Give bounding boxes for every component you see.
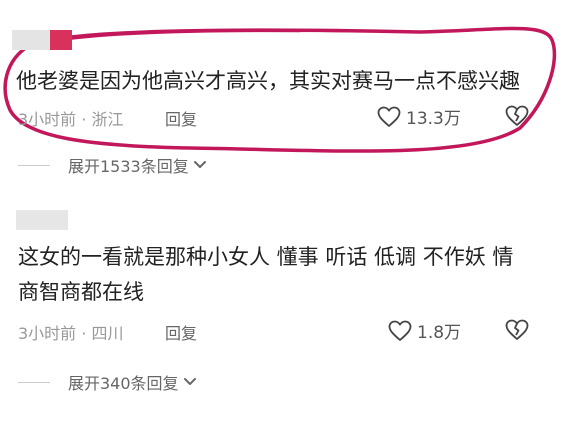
heart-outline-icon <box>377 106 401 127</box>
divider-line <box>18 381 50 383</box>
comment-meta: 3小时前 · 四川 <box>18 324 124 343</box>
like-button[interactable]: 13.3万 <box>377 104 461 129</box>
comment-text-line-1: 这女的一看就是那种小女人 懂事 听话 低调 不作妖 情 <box>18 245 514 269</box>
expand-replies-label: 展开340条回复 <box>68 374 179 393</box>
dislike-button[interactable] <box>505 319 529 345</box>
like-count: 13.3万 <box>406 109 461 129</box>
dislike-button[interactable] <box>505 105 529 131</box>
comment-meta: 3小时前 · 浙江 <box>18 110 124 129</box>
like-count: 1.8万 <box>417 323 462 343</box>
expand-replies-button[interactable]: 展开340条回复 <box>18 370 197 394</box>
chevron-down-icon <box>183 378 196 385</box>
username-blurred <box>16 210 68 230</box>
broken-heart-icon <box>505 105 529 126</box>
comment-item: 他老婆是因为他高兴才高兴，其实对赛马一点不感兴趣 3小时前 · 浙江 回复 13… <box>0 0 571 195</box>
reply-button[interactable]: 回复 <box>165 106 197 130</box>
username-blurred <box>12 30 72 50</box>
broken-heart-icon <box>505 319 529 340</box>
expand-replies-label: 展开1533条回复 <box>68 157 189 176</box>
expand-replies-button[interactable]: 展开1533条回复 <box>18 153 207 177</box>
comment-text-line-2: 商智商都在线 <box>18 280 144 304</box>
chevron-down-icon <box>193 161 206 168</box>
comment-text: 他老婆是因为他高兴才高兴，其实对赛马一点不感兴趣 <box>16 69 520 93</box>
reply-button[interactable]: 回复 <box>165 320 197 344</box>
like-button[interactable]: 1.8万 <box>388 318 461 343</box>
divider-line <box>18 164 50 166</box>
heart-outline-icon <box>388 320 412 341</box>
comment-item: 这女的一看就是那种小女人 懂事 听话 低调 不作妖 情 商智商都在线 3小时前 … <box>0 195 571 427</box>
